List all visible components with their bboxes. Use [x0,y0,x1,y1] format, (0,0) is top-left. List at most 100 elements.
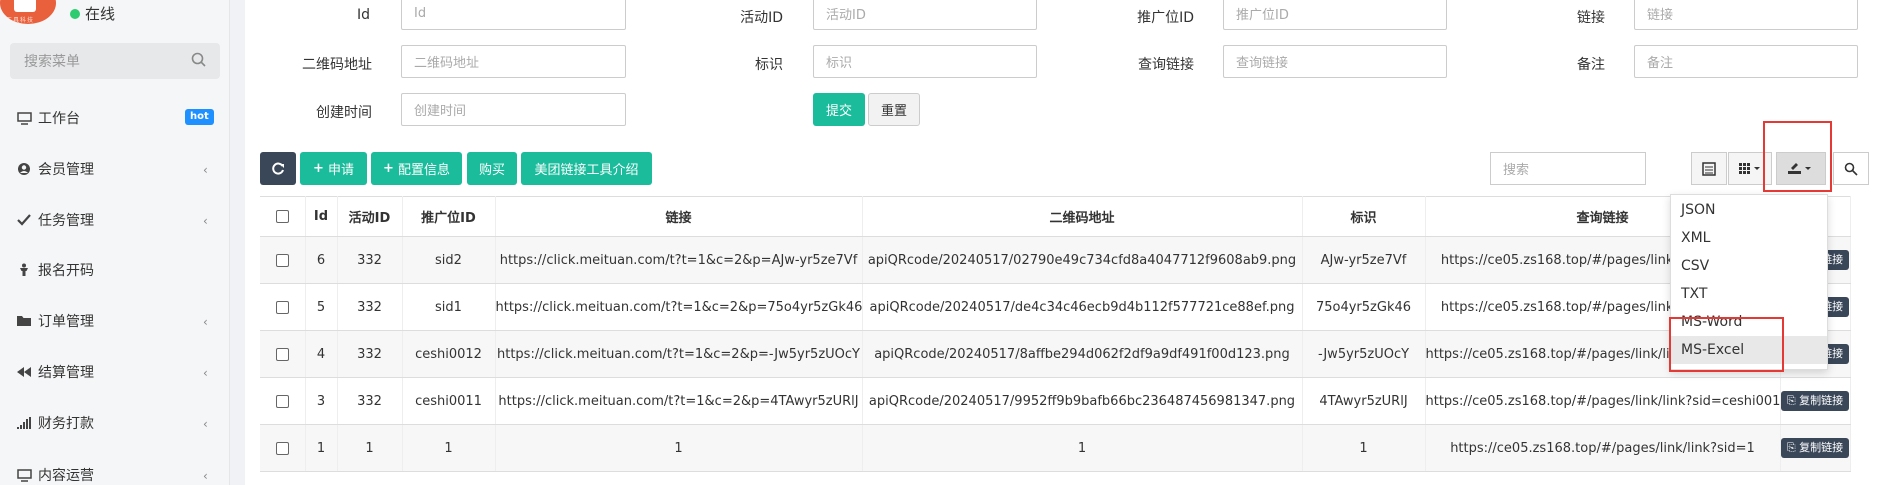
export-csv[interactable]: CSV [1671,252,1827,280]
filter-input-link[interactable]: 链接 [1634,0,1858,30]
sidebar-item-orders[interactable]: 订单管理 ‹ [0,301,230,341]
filter-label-activity-id: 活动ID [740,10,783,26]
table-search-input[interactable]: 搜索 [1490,152,1646,185]
cell-tag: AJw-yr5ze7Vf [1302,236,1426,284]
sidebar-item-content[interactable]: 内容运营 ‹ [0,455,230,485]
row-checkbox[interactable] [275,300,289,314]
row-select[interactable] [260,283,306,331]
chevron-left-icon: ‹ [203,469,208,483]
check-icon [16,212,32,228]
sidebar-item-label: 任务管理 [38,213,94,229]
export-ms-excel[interactable]: MS-Excel [1671,336,1827,364]
list-view-icon [1702,161,1716,176]
cell-activity-id: 1 [337,424,403,472]
sidebar-item-label: 财务打款 [38,416,94,432]
cell-activity-id: 332 [337,236,403,284]
sidebar: 工具科技 在线 搜索菜单 工作台 hot 会员管理 ‹ 任务管理 ‹ 报名开码 … [0,0,230,485]
cell-query-link: https://ce05.zs168.top/#/pages/link/link… [1425,424,1781,472]
table-header-row: Id 活动ID 推广位ID 链接 二维码地址 标识 查询链接 操作 [260,196,1851,237]
column-header-qr[interactable]: 二维码地址 [862,196,1303,237]
row-select[interactable] [260,377,306,425]
buy-button[interactable]: 购买 [467,152,517,185]
row-checkbox[interactable] [275,347,289,361]
filter-label-tag: 标识 [755,57,783,73]
cell-actions: ⎘ 复制链接 [1780,377,1851,425]
cell-id: 1 [305,424,338,472]
sidebar-item-workbench[interactable]: 工作台 hot [0,98,230,138]
sidebar-item-signup[interactable]: 报名开码 [0,250,230,290]
column-header-link[interactable]: 链接 [495,196,863,237]
table-search-button[interactable] [1833,152,1869,185]
filter-input-id[interactable]: Id [401,0,626,30]
data-table: Id 活动ID 推广位ID 链接 二维码地址 标识 查询链接 操作 6 332 … [260,196,1851,472]
select-all-header[interactable] [260,196,306,237]
column-header-tag[interactable]: 标识 [1302,196,1426,237]
export-json[interactable]: JSON [1671,196,1827,224]
sidebar-item-label: 结算管理 [38,365,94,381]
filter-label-remark: 备注 [1577,57,1605,73]
sidebar-item-members[interactable]: 会员管理 ‹ [0,149,230,189]
filter-input-created[interactable]: 创建时间 [401,93,626,126]
cell-actions: ⎘ 复制链接 [1780,424,1851,472]
row-select[interactable] [260,330,306,378]
export-xml[interactable]: XML [1671,224,1827,252]
input-placeholder: 创建时间 [414,104,467,119]
filter-input-tag[interactable]: 标识 [813,45,1037,78]
select-all-checkbox[interactable] [275,210,289,223]
backward-icon [16,364,32,380]
filter-input-activity-id[interactable]: 活动ID [813,0,1037,30]
filter-input-promo-id[interactable]: 推广位ID [1223,0,1447,30]
intro-button[interactable]: 美团链接工具介绍 [521,152,652,185]
cell-qr: apiQRcode/20240517/02790e49c734cfd8a4047… [862,236,1303,284]
cell-qr: apiQRcode/20240517/9952ff9b9bafb66bc2364… [862,377,1303,425]
column-header-promo-id[interactable]: 推广位ID [402,196,496,237]
online-label: 在线 [85,5,116,23]
filter-input-remark[interactable]: 备注 [1634,45,1858,78]
toggle-view-button[interactable] [1691,152,1727,185]
export-dropdown-menu: JSON XML CSV TXT MS-Word MS-Excel [1670,194,1828,370]
reset-button[interactable]: 重置 [868,93,920,126]
row-checkbox[interactable] [275,441,289,455]
copy-link-button[interactable]: ⎘ 复制链接 [1780,391,1849,411]
sidebar-item-finance[interactable]: 财务打款 ‹ [0,403,230,443]
column-header-activity-id[interactable]: 活动ID [337,196,403,237]
sidebar-item-tasks[interactable]: 任务管理 ‹ [0,200,230,240]
filter-label-promo-id: 推广位ID [1137,10,1194,26]
menu-search-input[interactable]: 搜索菜单 [10,43,220,79]
cell-activity-id: 332 [337,377,403,425]
logo: 工具科技 [0,0,56,24]
sidebar-item-label: 工作台 [38,111,80,127]
cell-id: 4 [305,330,338,378]
cell-id: 3 [305,377,338,425]
person-icon [16,262,32,278]
filter-input-qr[interactable]: 二维码地址 [401,45,626,78]
export-ms-word[interactable]: MS-Word [1671,308,1827,336]
chevron-left-icon: ‹ [203,366,208,380]
input-placeholder: 标识 [826,56,853,71]
reset-label: 重置 [880,104,907,119]
monitor-icon [16,110,32,126]
sidebar-item-label: 会员管理 [38,162,94,178]
export-button[interactable] [1776,152,1826,185]
column-header-id[interactable]: Id [305,196,338,237]
row-select[interactable] [260,236,306,284]
row-checkbox[interactable] [275,253,289,267]
refresh-button[interactable] [260,152,296,185]
config-button[interactable]: + 配置信息 [371,152,462,185]
apply-button[interactable]: + 申请 [300,152,367,185]
cell-id: 6 [305,236,338,284]
input-placeholder: 链接 [1647,8,1674,23]
row-checkbox[interactable] [275,394,289,408]
export-txt[interactable]: TXT [1671,280,1827,308]
filter-label-id: Id [356,7,370,23]
columns-button[interactable] [1728,152,1772,185]
copy-link-button[interactable]: ⎘ 复制链接 [1780,438,1849,458]
search-icon[interactable] [190,51,208,69]
row-select[interactable] [260,424,306,472]
input-placeholder: 二维码地址 [414,56,480,71]
cell-activity-id: 332 [337,330,403,378]
plus-icon: + [313,161,324,176]
filter-input-query-link[interactable]: 查询链接 [1223,45,1447,78]
sidebar-item-settlement[interactable]: 结算管理 ‹ [0,352,230,392]
submit-button[interactable]: 提交 [813,93,865,126]
